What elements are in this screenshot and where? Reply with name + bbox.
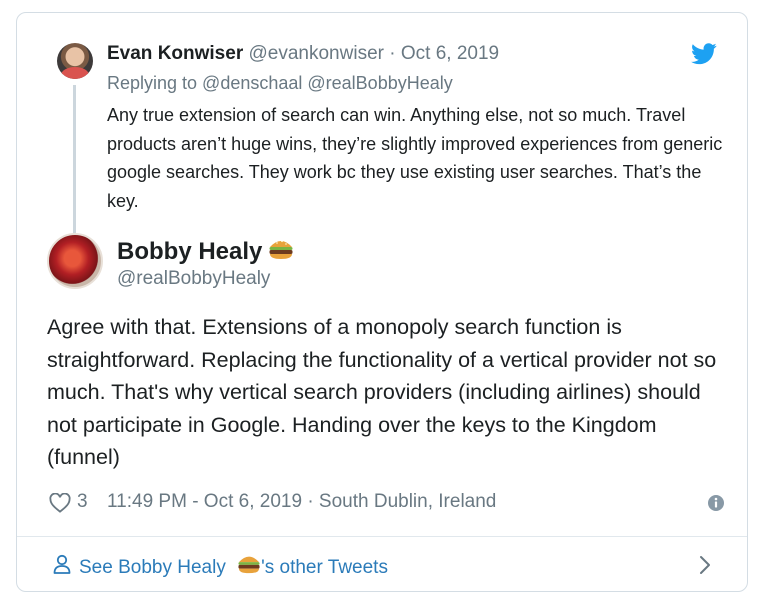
replying-to-line[interactable]: Replying to @denschaal @realBobbyHealy [107,73,453,94]
embedded-tweet-card: Evan Konwiser @evankonwiser · Oct 6, 201… [16,12,748,592]
meta-separator: · [307,491,314,512]
see-other-tweets-prefix: See Bobby Healy [79,557,226,578]
tweet-footer: 3 11:49 PM - Oct 6, 2019 · South Dublin,… [47,491,727,519]
parent-tweet-text: Any true extension of search can win. An… [107,105,723,211]
hamburger-emoji [238,556,260,574]
meta-separator: · [389,43,396,64]
parent-tweet-header: Evan Konwiser @evankonwiser · Oct 6, 201… [107,43,499,65]
main-author-name[interactable]: Bobby Healy [117,238,262,265]
parent-author-name[interactable]: Evan Konwiser [107,43,243,64]
main-author-avatar[interactable] [47,233,103,289]
parent-tweet[interactable]: Evan Konwiser @evankonwiser · Oct 6, 201… [17,13,747,243]
parent-author-avatar[interactable] [57,43,93,79]
main-author-name-row[interactable]: Bobby Healy [117,237,294,266]
hamburger-emoji [269,240,293,259]
see-other-tweets-suffix: 's other Tweets [261,557,388,578]
chevron-right-icon[interactable] [699,555,711,575]
see-other-tweets-label[interactable]: See Bobby Healy 's other Tweets [79,553,388,579]
parent-tweet-date[interactable]: Oct 6, 2019 [401,43,499,64]
person-icon [53,554,71,574]
parent-author-handle[interactable]: @evankonwiser [249,43,384,64]
twitter-bird-icon[interactable] [691,43,717,65]
main-author-handle[interactable]: @realBobbyHealy [117,268,270,290]
heart-icon[interactable] [49,493,71,513]
info-icon[interactable] [707,494,725,512]
see-other-tweets-link[interactable]: See Bobby Healy 's other Tweets [17,537,747,592]
tweet-timestamp[interactable]: 11:49 PM - Oct 6, 2019 [107,491,302,512]
like-count[interactable]: 3 [77,491,88,513]
main-tweet-text: Agree with that. Extensions of a monopol… [47,315,717,469]
thread-connector-line [73,85,76,241]
tweet-location[interactable]: South Dublin, Ireland [319,491,496,512]
tweet-meta: 11:49 PM - Oct 6, 2019 · South Dublin, I… [107,491,496,513]
